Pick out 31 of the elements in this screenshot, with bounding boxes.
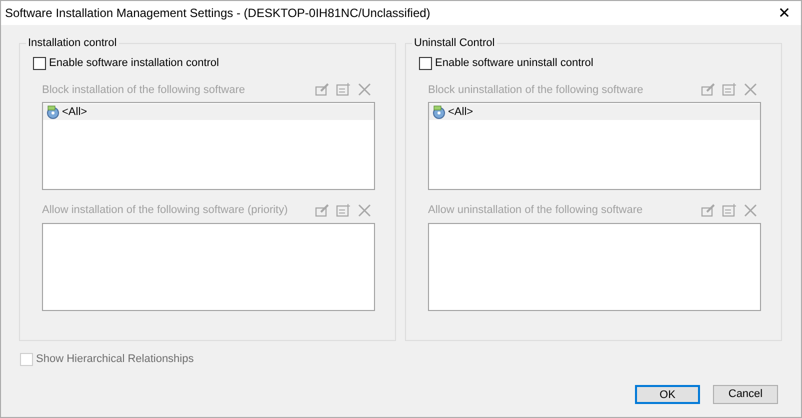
- close-button[interactable]: ✕: [778, 6, 791, 20]
- item-label: <All>: [62, 104, 88, 120]
- checkbox[interactable]: [33, 56, 46, 70]
- list-icon[interactable]: [722, 82, 737, 98]
- group-title: Uninstall Control: [413, 36, 496, 51]
- list-label: Allow installation of the following software (priority): [42, 203, 288, 218]
- dialog-button[interactable]: Cancel: [713, 385, 778, 404]
- checkbox-label: Show Hierarchical Relationships: [36, 354, 194, 365]
- disc-icon: [46, 105, 60, 119]
- item-label: <All>: [448, 104, 474, 120]
- disc-icon: [432, 105, 446, 119]
- checkbox-label: Enable software installation control: [49, 58, 219, 68]
- list-icon[interactable]: [722, 202, 737, 218]
- list-icon[interactable]: [336, 202, 351, 218]
- dialog-button[interactable]: OK: [635, 385, 700, 404]
- checkbox[interactable]: [419, 56, 432, 70]
- delete-icon[interactable]: [743, 82, 758, 98]
- edit-icon[interactable]: [701, 202, 716, 218]
- window-title: Software Installation Management Settings - (DESKTOP-0IH81NC/Unclassified): [5, 5, 430, 22]
- edit-icon[interactable]: [701, 82, 716, 98]
- delete-icon[interactable]: [743, 202, 758, 218]
- list-label: Block uninstallation of the following software: [428, 82, 644, 98]
- delete-icon[interactable]: [357, 82, 372, 98]
- edit-icon[interactable]: [315, 82, 330, 98]
- list-label: Allow uninstallation of the following software: [428, 203, 643, 218]
- list-label: Block installation of the following software: [42, 82, 245, 98]
- checkbox-label: Enable software uninstall control: [435, 58, 594, 68]
- list-icon[interactable]: [336, 82, 351, 98]
- group-title: Installation control: [27, 36, 118, 51]
- edit-icon[interactable]: [315, 202, 330, 218]
- delete-icon[interactable]: [357, 202, 372, 218]
